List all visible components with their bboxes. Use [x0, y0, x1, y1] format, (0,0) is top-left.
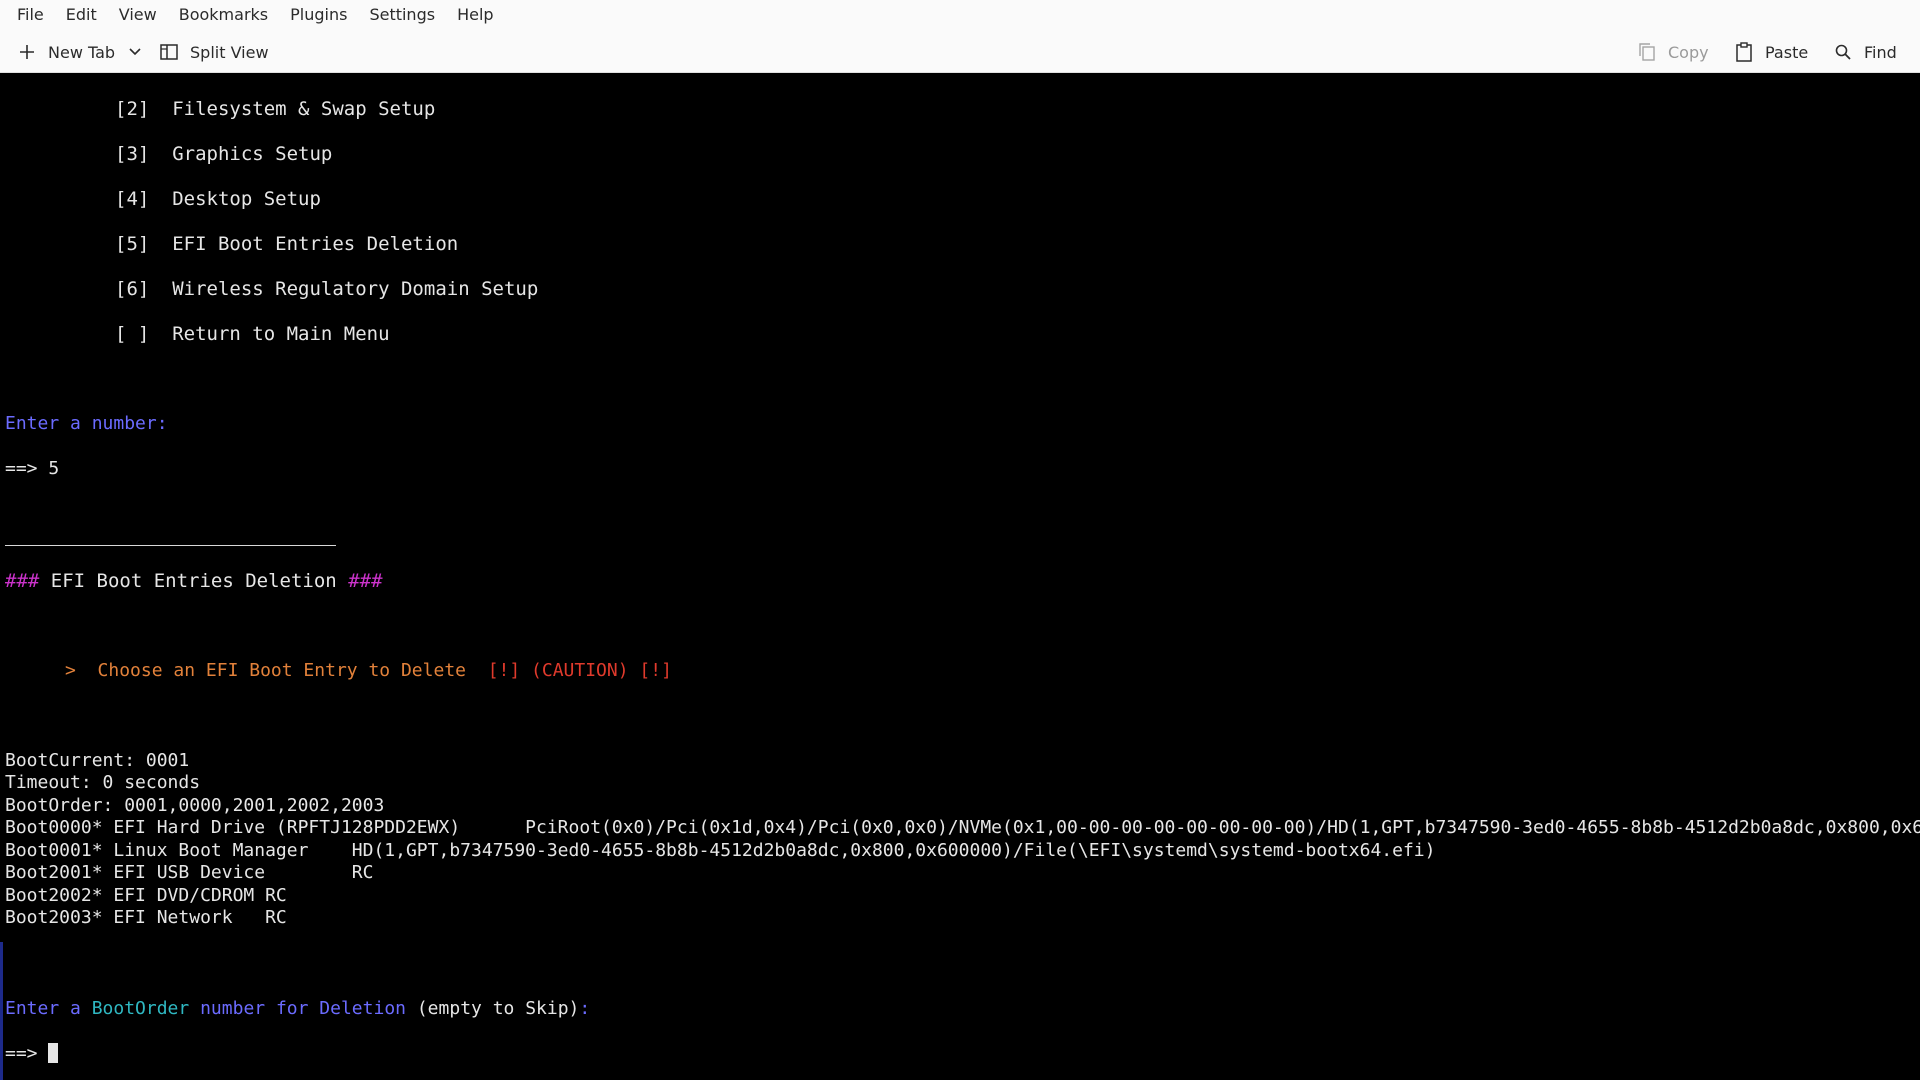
section-title: EFI Boot Entries Deletion	[39, 570, 349, 592]
menu-option-6: [6] Wireless Regulatory Domain Setup	[115, 278, 538, 300]
new-tab-label: New Tab	[48, 42, 116, 62]
menubar: File Edit View Bookmarks Plugins Setting…	[0, 0, 505, 30]
option-label: Wireless Regulatory Domain Setup	[172, 278, 539, 300]
efi-line: Timeout: 0 seconds	[5, 772, 201, 793]
section-heading: ### EFI Boot Entries Deletion ###	[5, 570, 383, 592]
arrow-marker: >	[65, 660, 76, 681]
prompt-empty-to-skip: (empty to Skip)	[416, 998, 580, 1019]
bootorder-deletion-prompt: Enter a BootOrder number for Deletion (e…	[5, 998, 590, 1020]
konsole-window-chrome: File Edit View Bookmarks Plugins Setting…	[0, 0, 1920, 73]
menu-option-3: [3] Graphics Setup	[115, 143, 332, 165]
hash-left: ###	[5, 570, 40, 592]
caution-text: [!] (CAUTION) [!]	[487, 660, 672, 681]
menu-option-return: [ ] Return to Main Menu	[115, 323, 390, 345]
copy-label: Copy	[1668, 42, 1709, 62]
new-tab-button[interactable]: New Tab	[16, 36, 115, 68]
menu-option-4: [4] Desktop Setup	[115, 188, 321, 210]
option-key: [4]	[115, 188, 150, 210]
option-label: Desktop Setup	[172, 188, 321, 210]
choose-text: Choose an EFI Boot Entry to Delete	[97, 660, 466, 681]
toolbar: New Tab Split View Copy Paste Find	[0, 36, 1920, 68]
find-label: Find	[1864, 42, 1897, 62]
copy-icon	[1636, 41, 1658, 63]
section-divider	[5, 545, 336, 546]
paste-label: Paste	[1765, 42, 1809, 62]
prompt-bootorder: BootOrder	[91, 998, 190, 1019]
paste-button[interactable]: Paste	[1733, 36, 1808, 68]
efi-line: Boot2003* EFI Network RC	[5, 907, 287, 928]
option-key: [ ]	[115, 323, 150, 345]
efi-line: Boot2001* EFI USB Device RC	[5, 862, 374, 883]
copy-button[interactable]: Copy	[1636, 36, 1709, 68]
menu-edit[interactable]: Edit	[55, 1, 108, 29]
command-input-line[interactable]: ==>	[5, 1043, 59, 1065]
split-view-button[interactable]: Split View	[158, 36, 269, 68]
option-key: [2]	[115, 98, 150, 120]
option-key: [5]	[115, 233, 150, 255]
option-label: EFI Boot Entries Deletion	[172, 233, 459, 255]
input-prompt: ==>	[5, 1043, 49, 1064]
efi-line: Boot0000* EFI Hard Drive (RPFTJ128PDD2EW…	[5, 817, 1920, 838]
menu-option-5: [5] EFI Boot Entries Deletion	[115, 233, 458, 255]
prompt-number-for-deletion: number for Deletion	[200, 998, 406, 1019]
option-label: Return to Main Menu	[172, 323, 390, 345]
efi-line: BootOrder: 0001,0000,2001,2002,2003	[5, 795, 385, 816]
efi-line: BootCurrent: 0001	[5, 750, 190, 771]
prompt-enter-a: Enter a	[5, 998, 81, 1019]
menu-bookmarks[interactable]: Bookmarks	[168, 1, 279, 29]
menu-view[interactable]: View	[108, 1, 168, 29]
option-key: [3]	[115, 143, 150, 165]
menu-help[interactable]: Help	[446, 1, 504, 29]
option-key: [6]	[115, 278, 150, 300]
option-label: Filesystem & Swap Setup	[172, 98, 436, 120]
input-echo: ==> 5	[5, 458, 60, 479]
chevron-down-icon	[126, 43, 144, 61]
choose-entry-line: > Choose an EFI Boot Entry to Delete [!]…	[65, 660, 672, 682]
search-icon	[1832, 41, 1854, 63]
option-label: Graphics Setup	[172, 143, 333, 165]
efi-line: Boot0001* Linux Boot Manager HD(1,GPT,b7…	[5, 840, 1436, 861]
menu-settings[interactable]: Settings	[358, 1, 446, 29]
menu-plugins[interactable]: Plugins	[279, 1, 358, 29]
split-view-icon	[158, 41, 180, 63]
efi-line: Boot2002* EFI DVD/CDROM RC	[5, 885, 287, 906]
split-view-label: Split View	[190, 42, 269, 62]
hash-right: ###	[348, 570, 383, 592]
clipboard-icon	[1733, 41, 1755, 63]
enter-number-prompt: Enter a number:	[5, 413, 168, 434]
scroll-position-marker	[0, 942, 3, 1080]
find-button[interactable]: Find	[1832, 36, 1897, 68]
terminal-view[interactable]: [2] Filesystem & Swap Setup [3] Graphics…	[0, 73, 1920, 1080]
new-tab-dropdown-button[interactable]	[126, 36, 144, 68]
prompt-colon: :	[579, 998, 591, 1019]
plus-icon	[16, 41, 38, 63]
text-cursor	[48, 1043, 59, 1063]
menu-option-2: [2] Filesystem & Swap Setup	[115, 98, 435, 120]
menu-file[interactable]: File	[6, 1, 55, 29]
